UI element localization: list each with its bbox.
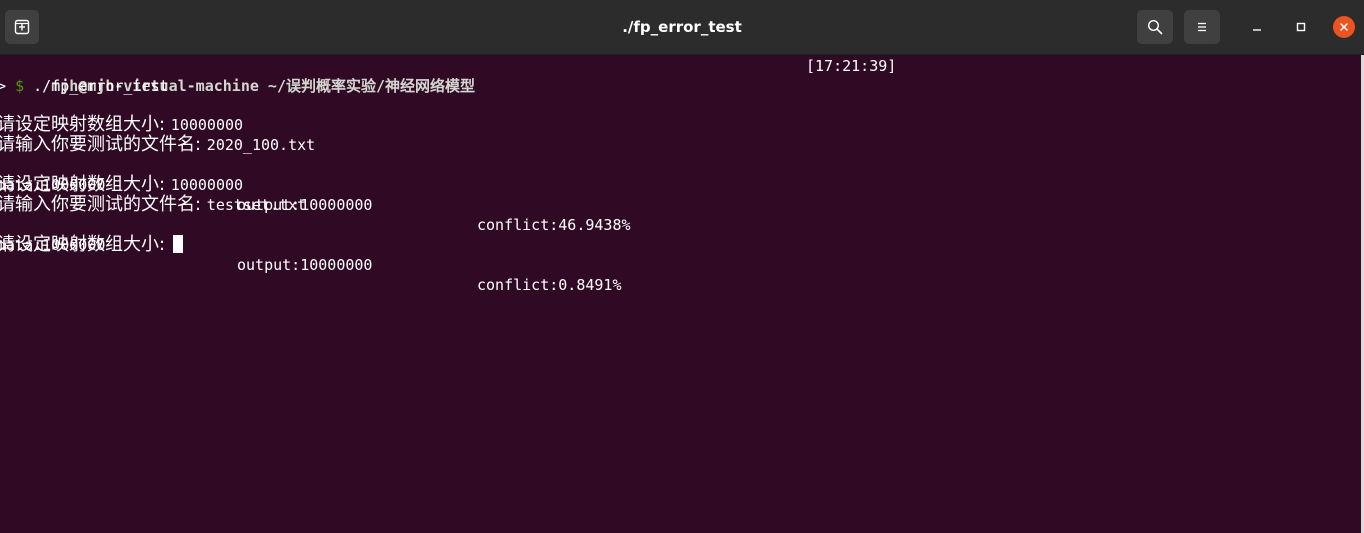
hamburger-menu-icon xyxy=(1198,22,1206,32)
size-prompt-text: 请设定映射数组大小: xyxy=(0,234,171,255)
minimize-icon xyxy=(1253,29,1261,31)
command-line: > $ ./fp_error_test xyxy=(0,76,169,96)
file-value: testset.txt xyxy=(206,196,307,214)
title-bar[interactable]: ./fp_error_test xyxy=(0,0,1364,55)
minimize-button[interactable] xyxy=(1245,15,1269,39)
close-icon xyxy=(1340,23,1348,31)
file-prompt-text: 请输入你要测试的文件名: xyxy=(0,194,207,215)
size-value: 10000000 xyxy=(170,176,244,194)
search-icon xyxy=(1147,19,1163,35)
search-button[interactable] xyxy=(1137,10,1173,44)
output-line-file-2: 请输入你要测试的文件名: testset.txt xyxy=(0,195,306,215)
text-cursor[interactable] xyxy=(172,235,183,253)
command-text: ./fp_error_test xyxy=(33,77,169,95)
prompt-header-line: mjh@mjh-virtual-machine ~/误判概率实验/神经网络模型 … xyxy=(0,56,896,95)
new-tab-button[interactable] xyxy=(5,10,39,44)
file-prompt-text: 请输入你要测试的文件名: xyxy=(0,134,207,155)
result-line-1: data:1000000 output:10000000 conflict:46… xyxy=(0,155,997,234)
menu-button[interactable] xyxy=(1184,10,1220,44)
terminal-output[interactable]: mjh@mjh-virtual-machine ~/误判概率实验/神经网络模型 … xyxy=(0,55,1364,533)
maximize-button[interactable] xyxy=(1289,15,1313,39)
maximize-icon xyxy=(1296,22,1306,32)
result-conflict: conflict:0.8491% xyxy=(477,276,622,294)
output-line-file-1: 请输入你要测试的文件名: 2020_100.txt xyxy=(0,135,315,155)
file-value: 2020_100.txt xyxy=(206,136,316,154)
prompt-arrow: > xyxy=(0,77,7,95)
size-value: 10000000 xyxy=(170,116,244,134)
output-line-size-2: 请设定映射数组大小: 10000000 xyxy=(0,175,243,195)
size-prompt-text: 请设定映射数组大小: xyxy=(0,174,171,195)
output-line-size-1: 请设定映射数组大小: 10000000 xyxy=(0,115,243,135)
output-line-size-3: 请设定映射数组大小: xyxy=(0,235,183,255)
result-line-2: data:1000000 output:10000000 conflict:0.… xyxy=(0,215,997,294)
new-tab-icon xyxy=(14,19,30,35)
size-prompt-text: 请设定映射数组大小: xyxy=(0,114,171,135)
prompt-clock: [17:21:39] xyxy=(806,57,897,75)
prompt-dollar: $ xyxy=(15,77,25,95)
result-output: output:10000000 xyxy=(237,256,373,274)
close-button[interactable] xyxy=(1333,16,1355,38)
terminal-window: ./fp_error_test mjh@mjh-virtual-machine … xyxy=(0,0,1364,533)
